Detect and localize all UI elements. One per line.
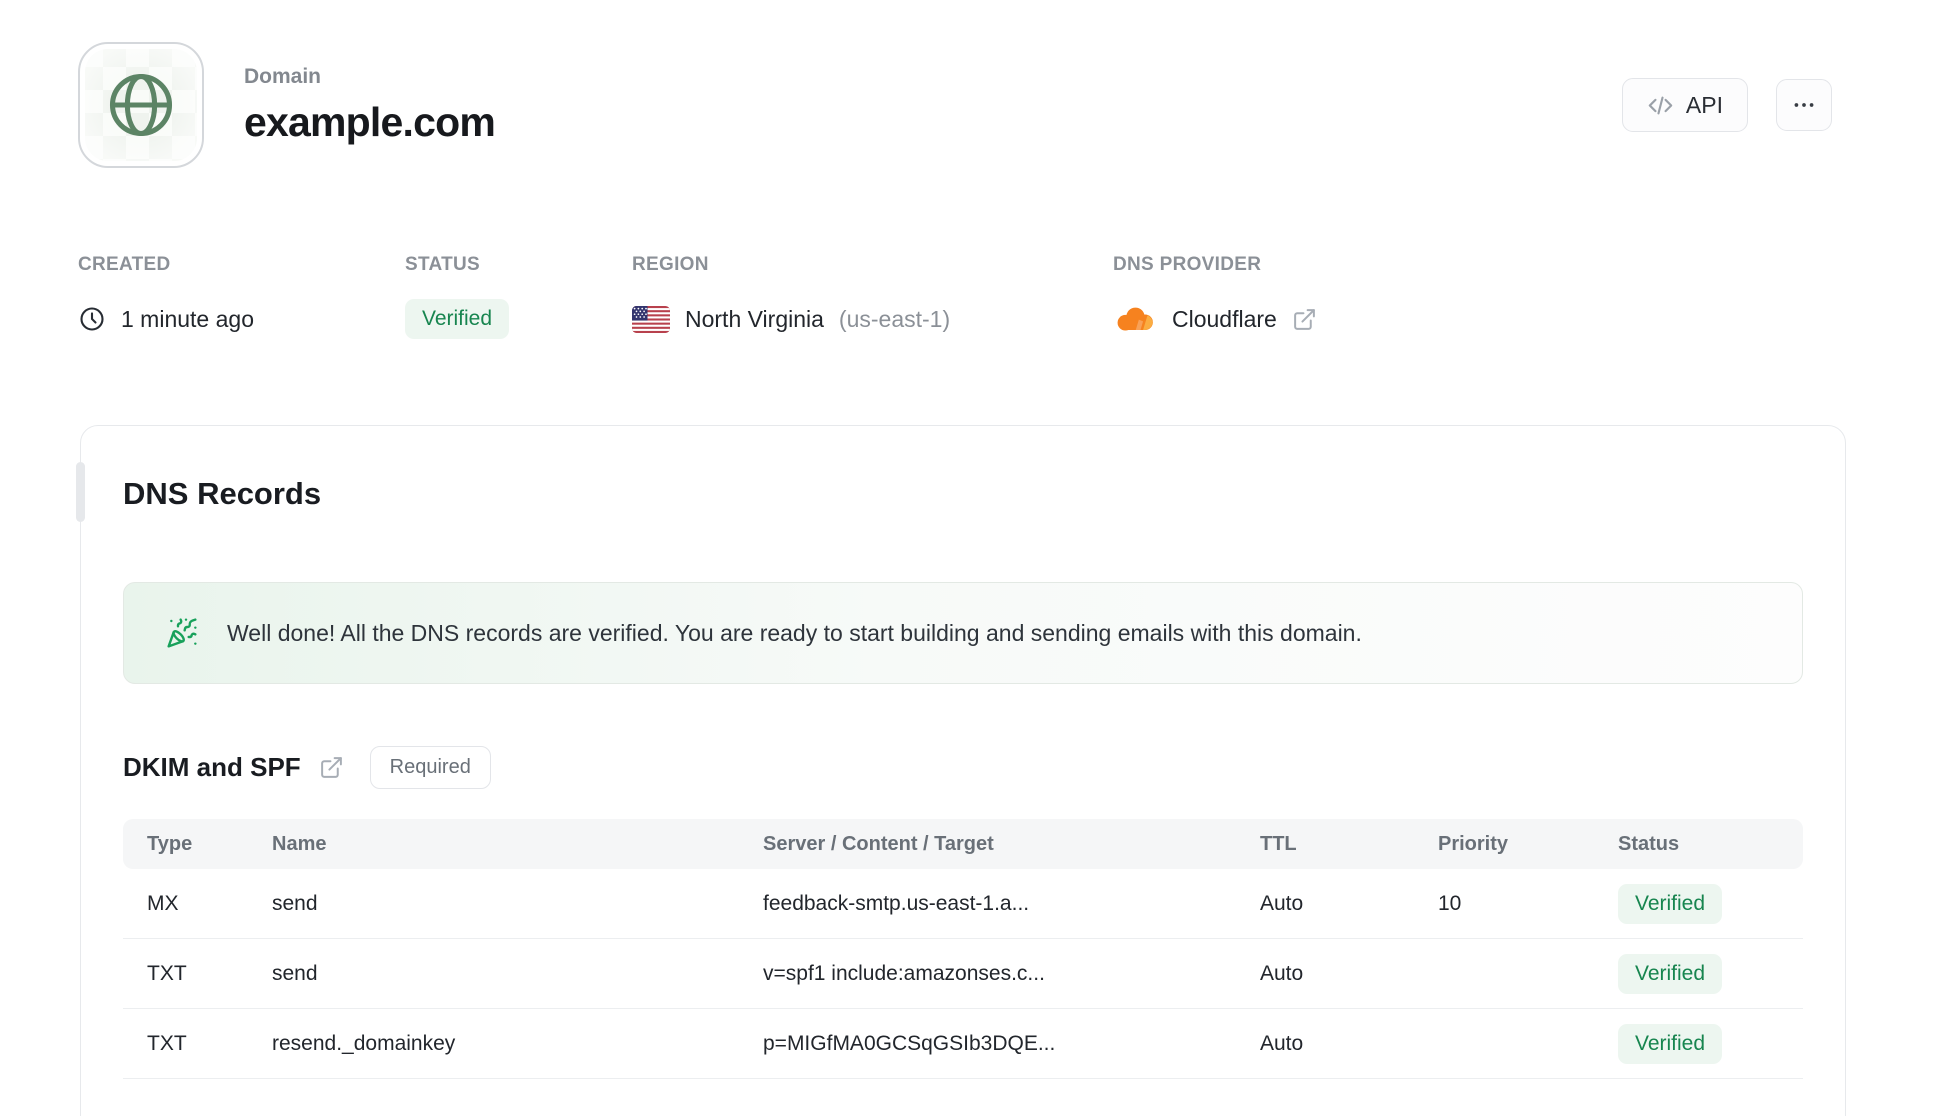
dns-provider-value: Cloudflare <box>1172 305 1277 332</box>
meta-created: CREATED 1 minute ago <box>78 254 405 341</box>
col-status: Status <box>1618 832 1680 855</box>
status-badge: Verified <box>405 299 510 339</box>
code-icon <box>1647 92 1674 119</box>
cell-content: feedback-smtp.us-east-1.a... <box>763 891 1030 915</box>
required-badge: Required <box>369 746 491 789</box>
cell-name: resend._domainkey <box>272 1031 456 1055</box>
col-ttl: TTL <box>1260 832 1297 855</box>
cell-content: v=spf1 include:amazonses.c... <box>763 961 1045 985</box>
dns-records-card: DNS Records Well done! All the DNS recor… <box>76 425 1846 1116</box>
verified-badge: Verified <box>1618 883 1723 924</box>
created-label: CREATED <box>78 254 171 275</box>
more-button[interactable] <box>1776 79 1832 131</box>
domain-meta: CREATED 1 minute ago STATUS Verified REG… <box>0 254 1944 341</box>
cell-ttl: Auto <box>1260 961 1304 985</box>
cell-name: send <box>272 961 318 985</box>
region-code: (us-east-1) <box>838 305 951 332</box>
table-row[interactable]: TXT resend._domainkey p=MIGfMA0GCSqGSIb3… <box>123 1009 1803 1079</box>
meta-dns-provider: DNS PROVIDER Cloudflare <box>1113 254 1317 341</box>
col-content: Server / Content / Target <box>763 832 994 855</box>
cell-ttl: Auto <box>1260 891 1304 915</box>
cell-name: send <box>272 891 318 915</box>
col-name: Name <box>272 832 327 855</box>
party-popper-icon <box>166 617 198 649</box>
cell-type: TXT <box>147 1031 187 1055</box>
us-flag-icon <box>632 305 670 333</box>
status-label: STATUS <box>405 254 480 275</box>
meta-region: REGION North Virginia (us-east-1) <box>632 254 1113 341</box>
meta-status: STATUS Verified <box>405 254 632 341</box>
verified-badge: Verified <box>1618 1023 1723 1064</box>
globe-icon <box>103 67 179 143</box>
success-banner: Well done! All the DNS records are verif… <box>123 582 1803 684</box>
region-label: REGION <box>632 254 709 275</box>
cell-type: TXT <box>147 961 187 985</box>
domain-avatar <box>78 42 204 168</box>
cell-priority: 10 <box>1438 891 1462 915</box>
external-link-icon[interactable] <box>1292 307 1317 332</box>
external-link-icon[interactable] <box>319 755 344 780</box>
ellipsis-icon <box>1791 92 1817 118</box>
col-type: Type <box>147 832 193 855</box>
cell-ttl: Auto <box>1260 1031 1304 1055</box>
col-priority: Priority <box>1438 832 1509 855</box>
page-kicker: Domain <box>244 64 322 88</box>
table-body: MX send feedback-smtp.us-east-1.a... Aut… <box>123 869 1803 1079</box>
region-value: North Virginia <box>685 305 824 332</box>
created-value: 1 minute ago <box>121 305 254 332</box>
page-title: example.com <box>244 98 496 145</box>
cell-type: MX <box>147 891 179 915</box>
page-header: Domain example.com API <box>0 0 1944 168</box>
dns-provider-label: DNS PROVIDER <box>1113 254 1262 275</box>
table-row[interactable]: MX send feedback-smtp.us-east-1.a... Aut… <box>123 869 1803 939</box>
cloudflare-icon <box>1113 304 1157 335</box>
section-title: DKIM and SPF <box>123 752 301 782</box>
banner-text: Well done! All the DNS records are verif… <box>227 619 1362 646</box>
dns-records-table: Type Name Server / Content / Target TTL … <box>123 819 1803 1079</box>
verified-badge: Verified <box>1618 953 1723 994</box>
api-button[interactable]: API <box>1621 78 1748 132</box>
card-accent-bar <box>76 462 85 522</box>
api-button-label: API <box>1685 91 1723 118</box>
table-header-row: Type Name Server / Content / Target TTL … <box>123 819 1803 869</box>
clock-icon <box>78 305 106 333</box>
card-title: DNS Records <box>123 476 322 511</box>
table-row[interactable]: TXT send v=spf1 include:amazonses.c... A… <box>123 939 1803 1009</box>
cell-content: p=MIGfMA0GCSqGSIb3DQE... <box>763 1031 1056 1055</box>
dkim-spf-section-head: DKIM and SPF Required <box>123 746 1803 789</box>
